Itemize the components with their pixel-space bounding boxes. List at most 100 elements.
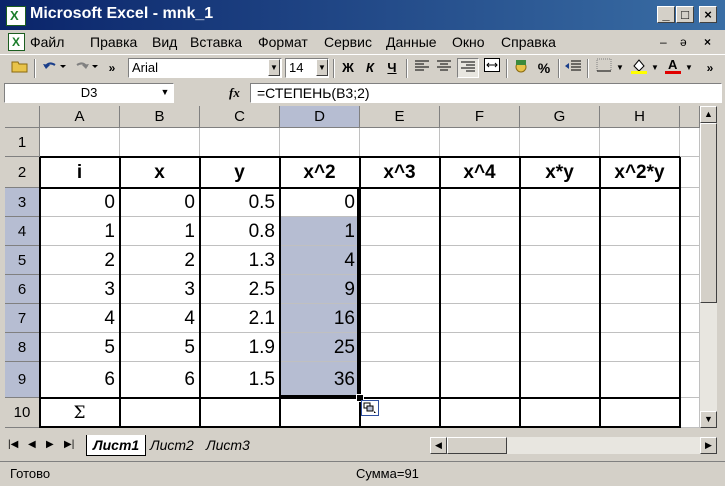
row-header-4[interactable]: 4 xyxy=(5,217,40,246)
scroll-up-icon[interactable]: ▲ xyxy=(700,106,717,123)
cell-a6[interactable]: 3 xyxy=(40,275,120,304)
italic-button[interactable]: К xyxy=(360,58,380,78)
horizontal-scrollbar[interactable]: ◀ ▶ xyxy=(430,437,717,454)
insert-function-icon[interactable]: fx xyxy=(229,85,240,101)
cell-h10[interactable] xyxy=(600,398,680,428)
cell-e7[interactable] xyxy=(360,304,440,333)
cell-b7[interactable]: 4 xyxy=(120,304,200,333)
column-header-a[interactable]: A xyxy=(40,106,120,128)
cell-a3[interactable]: 0 xyxy=(40,188,120,217)
cell-b10[interactable] xyxy=(120,398,200,428)
cell-a10[interactable]: Σ xyxy=(40,398,120,428)
cell-f8[interactable] xyxy=(440,333,520,362)
align-center-icon[interactable] xyxy=(434,58,454,78)
redo-icon[interactable] xyxy=(72,58,100,78)
percent-button[interactable]: % xyxy=(535,58,553,78)
cell-e4[interactable] xyxy=(360,217,440,246)
autofill-options-icon[interactable] xyxy=(361,400,379,416)
decrease-indent-icon[interactable] xyxy=(563,58,583,78)
cell-e9[interactable] xyxy=(360,362,440,398)
sheet-tab-2[interactable]: Лист2 xyxy=(144,435,200,455)
row-header-7[interactable]: 7 xyxy=(5,304,40,333)
cell-x3[interactable] xyxy=(680,188,700,217)
menu-file[interactable]: Файл xyxy=(30,34,64,50)
cell-a8[interactable]: 5 xyxy=(40,333,120,362)
cell-f10[interactable] xyxy=(440,398,520,428)
cell-e8[interactable] xyxy=(360,333,440,362)
column-header-g[interactable]: G xyxy=(520,106,600,128)
currency-icon[interactable] xyxy=(511,58,533,78)
scroll-right-icon[interactable]: ▶ xyxy=(700,437,717,454)
cell-e6[interactable] xyxy=(360,275,440,304)
cell-b5[interactable]: 2 xyxy=(120,246,200,275)
row-header-9[interactable]: 9 xyxy=(5,362,40,398)
cell-d10[interactable] xyxy=(280,398,360,428)
row-header-5[interactable]: 5 xyxy=(5,246,40,275)
menu-help[interactable]: Справка xyxy=(501,34,556,50)
cell-h7[interactable] xyxy=(600,304,680,333)
cell-d2[interactable]: x^2 xyxy=(280,157,360,188)
undo-icon[interactable] xyxy=(40,58,68,78)
menu-edit[interactable]: Правка xyxy=(90,34,137,50)
next-sheet-icon[interactable]: ▶ xyxy=(46,439,54,450)
cell-a4[interactable]: 1 xyxy=(40,217,120,246)
row-header-8[interactable]: 8 xyxy=(5,333,40,362)
cell-g5[interactable] xyxy=(520,246,600,275)
cell-e3[interactable] xyxy=(360,188,440,217)
cell-b4[interactable]: 1 xyxy=(120,217,200,246)
cell-a7[interactable]: 4 xyxy=(40,304,120,333)
bold-button[interactable]: Ж xyxy=(338,58,358,78)
cell-g2[interactable]: x*y xyxy=(520,157,600,188)
cell-a1[interactable] xyxy=(40,128,120,157)
cell-c6[interactable]: 2.5 xyxy=(200,275,280,304)
cell-a9[interactable]: 6 xyxy=(40,362,120,398)
cell-d1[interactable] xyxy=(280,128,360,157)
prev-sheet-icon[interactable]: ◀ xyxy=(28,439,36,450)
menu-view[interactable]: Вид xyxy=(152,34,177,50)
menu-tools[interactable]: Сервис xyxy=(324,34,372,50)
font-size-dropdown-icon[interactable]: ▼ xyxy=(316,59,328,76)
fill-color-icon[interactable] xyxy=(628,58,650,78)
minimize-button[interactable]: _ xyxy=(657,6,675,23)
cell-x1[interactable] xyxy=(680,128,700,157)
row-header-10[interactable]: 10 xyxy=(5,398,40,428)
cell-b1[interactable] xyxy=(120,128,200,157)
first-sheet-icon[interactable]: |◀ xyxy=(8,439,18,450)
cell-g7[interactable] xyxy=(520,304,600,333)
workbook-minimize-button[interactable]: – xyxy=(660,35,667,49)
cell-c10[interactable] xyxy=(200,398,280,428)
cell-g3[interactable] xyxy=(520,188,600,217)
font-color-dropdown-icon[interactable]: ▼ xyxy=(684,58,694,78)
column-header-d[interactable]: D xyxy=(280,106,360,128)
borders-icon[interactable] xyxy=(593,58,615,78)
cell-c8[interactable]: 1.9 xyxy=(200,333,280,362)
column-header-e[interactable]: E xyxy=(360,106,440,128)
cell-f5[interactable] xyxy=(440,246,520,275)
align-left-icon[interactable] xyxy=(412,58,432,78)
menu-format[interactable]: Формат xyxy=(258,34,308,50)
cell-f2[interactable]: x^4 xyxy=(440,157,520,188)
cell-h3[interactable] xyxy=(600,188,680,217)
scroll-down-icon[interactable]: ▼ xyxy=(700,411,717,428)
scroll-left-icon[interactable]: ◀ xyxy=(430,437,447,454)
horizontal-scroll-thumb[interactable] xyxy=(447,437,507,454)
cell-e1[interactable] xyxy=(360,128,440,157)
name-box-dropdown-icon[interactable]: ▼ xyxy=(158,84,172,100)
cell-x5[interactable] xyxy=(680,246,700,275)
toolbar-more-chevron-icon[interactable]: » xyxy=(106,58,118,78)
cell-x9[interactable] xyxy=(680,362,700,398)
cell-f4[interactable] xyxy=(440,217,520,246)
cell-f6[interactable] xyxy=(440,275,520,304)
menu-insert[interactable]: Вставка xyxy=(190,34,242,50)
open-folder-icon[interactable] xyxy=(10,58,30,78)
cell-x7[interactable] xyxy=(680,304,700,333)
workbook-restore-button[interactable]: ǝ xyxy=(680,35,687,49)
column-header-c[interactable]: C xyxy=(200,106,280,128)
merge-center-icon[interactable] xyxy=(482,58,502,78)
row-header-2[interactable]: 2 xyxy=(5,157,40,188)
cell-h6[interactable] xyxy=(600,275,680,304)
name-box[interactable]: D3 xyxy=(4,83,174,103)
sheet-tab-1[interactable]: Лист1 xyxy=(86,435,147,456)
workbook-icon[interactable]: X xyxy=(8,33,25,51)
column-header-h[interactable]: H xyxy=(600,106,680,128)
